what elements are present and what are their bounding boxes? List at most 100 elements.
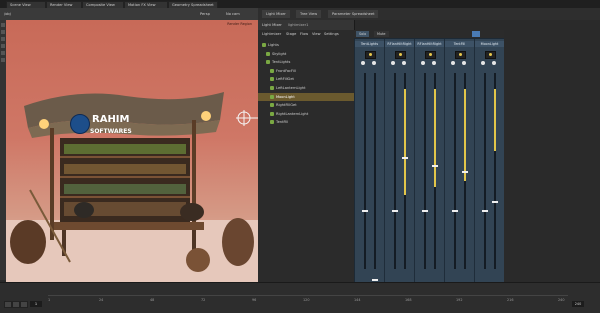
menu-lightmixer[interactable]: Lightmixer xyxy=(262,30,281,38)
intensity-track[interactable] xyxy=(394,73,396,269)
mixer-strip: RFlanHiltRight xyxy=(385,39,415,297)
fader-handle[interactable] xyxy=(422,210,428,213)
tree-item[interactable]: TentLights xyxy=(258,58,354,67)
tree-item[interactable]: TentFill xyxy=(258,118,354,127)
tree-item[interactable]: RightFillGet xyxy=(258,101,354,110)
scene-viewport[interactable]: RAHIM SOFTWARES Render Region xyxy=(6,20,258,282)
mute-dot-icon[interactable] xyxy=(492,61,496,65)
intensity-track[interactable] xyxy=(364,73,366,269)
menu-view[interactable]: View xyxy=(312,30,321,38)
strip-name[interactable]: MoonLight xyxy=(475,41,504,47)
mute-dot-icon[interactable] xyxy=(372,61,376,65)
path-label[interactable]: /obj xyxy=(4,11,11,17)
tab-parameter-spreadsheet[interactable]: Parameter Spreadsheet xyxy=(328,10,379,18)
mixer-tab-solo[interactable]: Solo xyxy=(356,31,370,37)
mute-dot-icon[interactable] xyxy=(432,61,436,65)
exposure-track[interactable] xyxy=(374,73,376,269)
level-fill xyxy=(404,89,406,195)
select-tool-icon[interactable] xyxy=(1,23,5,27)
solo-dot-icon[interactable] xyxy=(361,61,365,65)
play-back-icon[interactable] xyxy=(4,301,12,308)
mute-dot-icon[interactable] xyxy=(462,61,466,65)
strip-name[interactable]: RFlanHiltRight xyxy=(415,41,444,47)
intensity-track[interactable] xyxy=(424,73,426,269)
solo-dot-icon[interactable] xyxy=(481,61,485,65)
scale-tool-icon[interactable] xyxy=(1,44,5,48)
mixer-strip: TentLights xyxy=(355,39,385,297)
light-enable-icon[interactable] xyxy=(394,51,406,59)
panel-title[interactable]: Light Mixer xyxy=(262,20,282,30)
light-tree-pane: Light Mixer lightmixer1 Lightmixer Stage… xyxy=(258,20,355,282)
light-icon xyxy=(262,43,266,47)
market-stall-render xyxy=(6,92,258,282)
view-tool-icon[interactable] xyxy=(1,58,5,62)
mixer-strip: RFlanHiltRight xyxy=(415,39,445,297)
fader-handle[interactable] xyxy=(482,210,488,213)
level-fill xyxy=(464,89,466,181)
mixer-strip: MoonLight xyxy=(475,39,505,297)
menu-settings[interactable]: Settings xyxy=(324,30,339,38)
light-icon xyxy=(270,103,274,108)
light-icon xyxy=(270,94,274,99)
fader-handle[interactable] xyxy=(372,279,378,281)
solo-dot-icon[interactable] xyxy=(451,61,455,65)
tree-item[interactable]: FrontFacFill xyxy=(258,67,354,76)
camera-menu[interactable]: Persp xyxy=(200,11,210,17)
handle-tool-icon[interactable] xyxy=(1,51,5,55)
timeline-tick-label: 24 xyxy=(99,298,104,302)
watermark: RAHIM SOFTWARES xyxy=(70,112,152,142)
tree-item[interactable]: LeftFillGet xyxy=(258,75,354,84)
solo-dot-icon[interactable] xyxy=(391,61,395,65)
intensity-track[interactable] xyxy=(484,73,486,269)
tree-item[interactable]: Lights xyxy=(258,41,354,50)
panel-header: Light Mixer lightmixer1 xyxy=(258,20,354,30)
fader-handle[interactable] xyxy=(402,157,408,160)
fader-handle[interactable] xyxy=(452,210,458,213)
fader-handle[interactable] xyxy=(492,200,498,203)
light-enable-icon[interactable] xyxy=(364,51,376,59)
tree-item-label: RightFillGet xyxy=(276,103,297,108)
level-fill xyxy=(494,89,496,151)
light-enable-icon[interactable] xyxy=(484,51,496,59)
timeline-ruler[interactable]: 1 24 48 72 96 120 144 168 192 216 240 xyxy=(48,295,568,312)
tree-item-label: RightLanternLight xyxy=(276,111,309,116)
tree-item[interactable]: RightLanternLight xyxy=(258,110,354,119)
intensity-track[interactable] xyxy=(454,73,456,269)
camera-select[interactable]: No cam xyxy=(226,11,240,17)
panel-menu-bar: Lightmixer Stage Flow View Settings xyxy=(258,30,354,38)
move-tool-icon[interactable] xyxy=(1,30,5,34)
menu-flow[interactable]: Flow xyxy=(300,30,308,38)
end-frame-field[interactable]: 240 xyxy=(572,301,584,307)
tree-item-label: MoonLight xyxy=(276,94,295,99)
timeline-tick-label: 216 xyxy=(507,298,514,302)
mute-dot-icon[interactable] xyxy=(402,61,406,65)
tree-item[interactable]: Skylight xyxy=(258,50,354,59)
rotate-tool-icon[interactable] xyxy=(1,37,5,41)
right-empty-area xyxy=(504,20,600,282)
fader-handle[interactable] xyxy=(362,210,368,213)
current-frame-field[interactable]: 1 xyxy=(30,301,42,307)
watermark-title: RAHIM xyxy=(92,114,130,125)
mixer-tab-mute[interactable]: Mute xyxy=(374,31,389,37)
light-enable-icon[interactable] xyxy=(454,51,466,59)
light-icon xyxy=(270,68,274,73)
tree-item[interactable]: LeftLanternLight xyxy=(258,84,354,93)
fader-handle[interactable] xyxy=(462,171,468,174)
solo-dot-icon[interactable] xyxy=(421,61,425,65)
tab-tree-view[interactable]: Tree View xyxy=(296,10,322,18)
strip-name[interactable]: RFlanHiltRight xyxy=(385,41,414,47)
play-icon[interactable] xyxy=(12,301,20,308)
strip-name[interactable]: TentLights xyxy=(355,41,384,47)
play-forward-icon[interactable] xyxy=(20,301,28,308)
fader-handle[interactable] xyxy=(392,210,398,213)
mixer-add-icon[interactable] xyxy=(472,31,480,37)
viewport-tab-strip: Scene View Render View Composite View Mo… xyxy=(0,0,600,9)
tree-item[interactable]: MoonLight xyxy=(258,92,354,102)
strip-name[interactable]: TentFill xyxy=(445,41,474,47)
menu-stage[interactable]: Stage xyxy=(286,30,296,38)
tab-light-mixer[interactable]: Light Mixer xyxy=(262,10,290,18)
panel-node-name[interactable]: lightmixer1 xyxy=(288,20,308,30)
light-icon xyxy=(270,85,274,90)
light-enable-icon[interactable] xyxy=(424,51,436,59)
fader-handle[interactable] xyxy=(432,165,438,168)
